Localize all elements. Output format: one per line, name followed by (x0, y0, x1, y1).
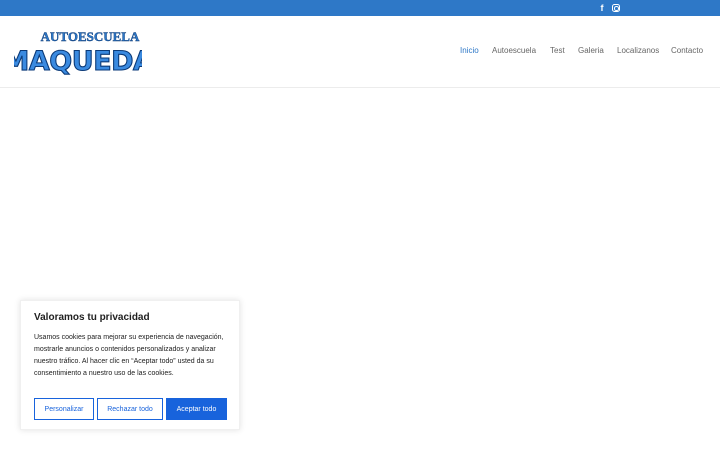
main-nav: Inicio Autoescuela Test Galeria Localiza… (0, 46, 720, 60)
cookie-consent-banner: Valoramos tu privacidad Usamos cookies p… (20, 300, 240, 430)
nav-item-test[interactable]: Test (550, 46, 565, 55)
nav-item-galeria[interactable]: Galeria (578, 46, 604, 55)
site-header: AUTOESCUELA MAQUEDA Inicio Autoescuela T… (0, 16, 720, 88)
top-bar: f (0, 0, 720, 16)
nav-item-contacto[interactable]: Contacto (671, 46, 703, 55)
nav-item-localizanos[interactable]: Localizanos (617, 46, 659, 55)
reject-all-button[interactable]: Rechazar todo (97, 398, 163, 420)
facebook-icon[interactable]: f (597, 2, 607, 14)
accept-all-button[interactable]: Aceptar todo (166, 398, 227, 420)
nav-item-autoescuela[interactable]: Autoescuela (492, 46, 536, 55)
customize-button[interactable]: Personalizar (34, 398, 94, 420)
cookie-title: Valoramos tu privacidad (34, 312, 150, 323)
instagram-icon[interactable] (611, 2, 621, 14)
instagram-icon-shape (612, 4, 620, 12)
cookie-description: Usamos cookies para mejorar su experienc… (34, 334, 224, 377)
logo-line-autoescuela: AUTOESCUELA (41, 29, 140, 44)
nav-item-inicio[interactable]: Inicio (460, 46, 479, 55)
